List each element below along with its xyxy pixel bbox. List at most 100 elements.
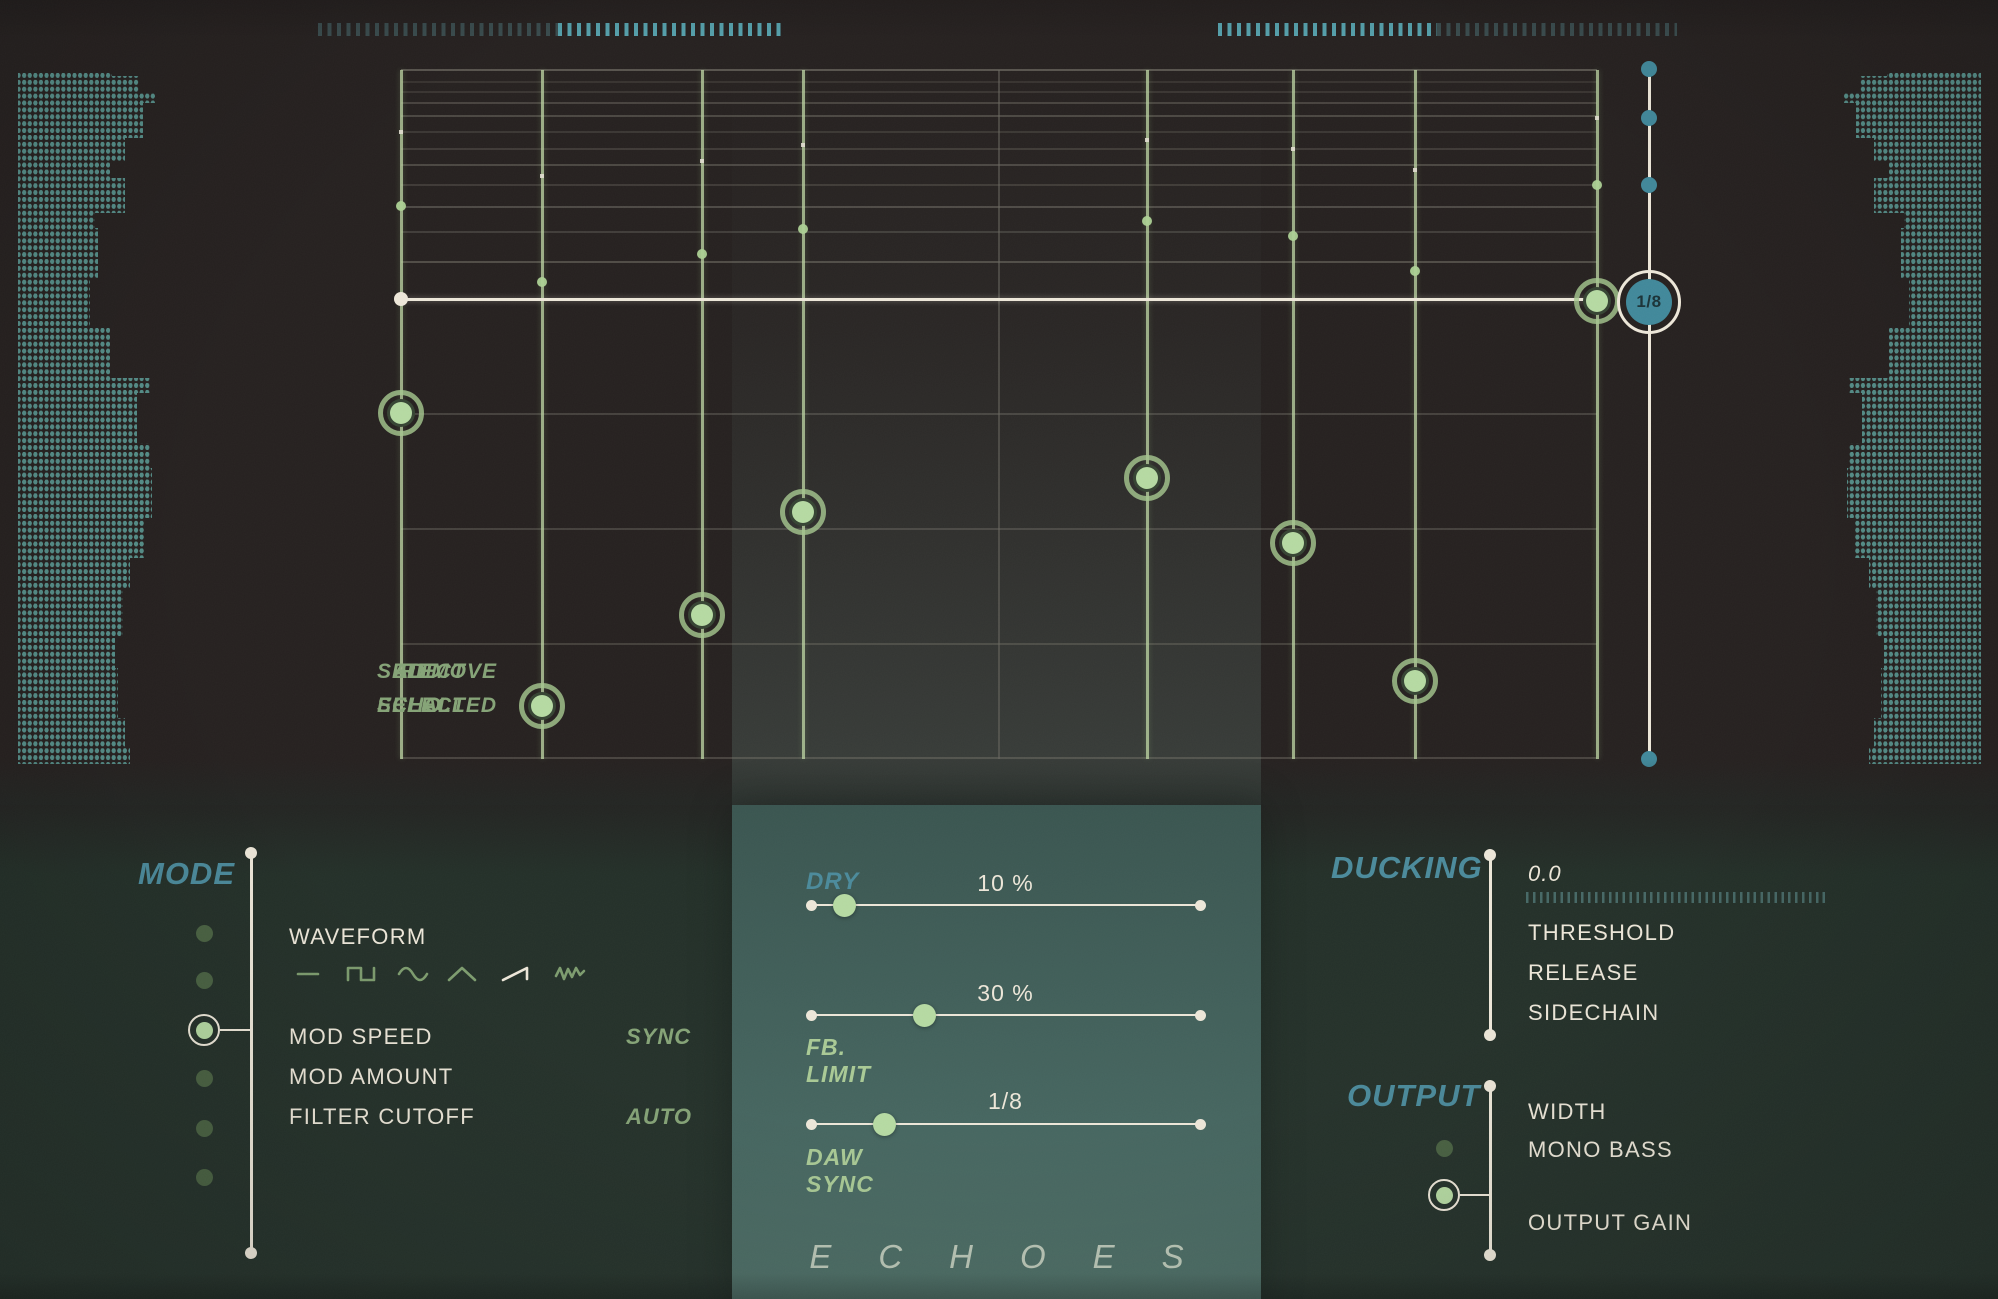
slider-2-right-end-dot	[1195, 1010, 1206, 1021]
level-line-end-dot	[394, 292, 408, 306]
mode-track-top-dot	[245, 847, 257, 859]
echo-5-mod-dot	[1142, 216, 1152, 226]
sidechain-label: SIDECHAIN	[1528, 1000, 1660, 1026]
slider-3-right-end-dot	[1195, 1119, 1206, 1130]
echo-2-node[interactable]	[519, 683, 565, 729]
echo-1-tick-marker	[399, 130, 403, 134]
mode-selected-connector	[220, 1029, 251, 1032]
waveform-label: WAVEFORM	[289, 924, 427, 950]
echo-2-mod-dot	[537, 277, 547, 287]
top-tick-strip-left-bright	[558, 23, 786, 36]
slider-1-handle[interactable]	[833, 894, 856, 917]
ducking-track[interactable]	[1489, 855, 1492, 1035]
mode-track-bottom-dot	[245, 1247, 257, 1259]
top-tick-strip-right-dim	[1437, 23, 1677, 36]
slider-3-handle[interactable]	[873, 1113, 896, 1136]
ducking-meter-ticks	[1526, 892, 1829, 903]
echo-4-tick-marker	[801, 143, 805, 147]
echo-8-mod-dot	[1592, 180, 1602, 190]
echo-6-tick-marker	[1291, 147, 1295, 151]
slider-2-handle[interactable]	[913, 1004, 936, 1027]
param-tag-sync[interactable]: SYNC	[626, 1024, 691, 1050]
ducking-track-top-dot	[1484, 849, 1496, 861]
slider-1-right-end-dot	[1195, 900, 1206, 911]
echo-2-tick-marker	[540, 174, 544, 178]
echo-7-mod-dot	[1410, 266, 1420, 276]
slider-2-value[interactable]: 30 %	[811, 980, 1200, 1007]
echo-7-tick-marker	[1413, 168, 1417, 172]
mode-panel-title: MODE	[138, 856, 235, 892]
waveform-square-icon[interactable]	[344, 963, 378, 985]
mode-item-dot-pan[interactable]	[196, 1120, 213, 1137]
waveform-flat-icon[interactable]	[291, 963, 325, 985]
echo-5-line	[1146, 70, 1149, 759]
echo-8-line	[1596, 70, 1599, 759]
echo-5-node[interactable]	[1124, 455, 1170, 501]
slider-3-value[interactable]: 1/8	[811, 1088, 1200, 1115]
plugin-logo: ECHOES	[732, 1238, 1261, 1276]
ducking-row-label: THRESHOLD	[1528, 920, 1675, 946]
output-row-label: MONO BASS	[1528, 1137, 1673, 1163]
echo-8-tick-marker	[1595, 116, 1599, 120]
action-remove-selected[interactable]: REMOVE SELECTED	[377, 655, 497, 723]
output-panel-title: OUTPUT	[1347, 1078, 1480, 1114]
output-selected-ring	[1428, 1179, 1460, 1211]
ducking-track-bottom-dot	[1484, 1029, 1496, 1041]
slider-3-left-end-dot	[806, 1119, 817, 1130]
echo-4-mod-dot	[798, 224, 808, 234]
mode-selector-track[interactable]	[250, 853, 253, 1253]
ducking-panel-title: DUCKING	[1331, 850, 1483, 886]
slider-1-left-end-dot	[806, 900, 817, 911]
echo-6-node[interactable]	[1270, 520, 1316, 566]
echo-5-tick-marker	[1145, 138, 1149, 142]
echo-6-mod-dot	[1288, 231, 1298, 241]
waveform-triangle-icon[interactable]	[445, 963, 479, 985]
time-ruler-dot-2[interactable]	[1641, 110, 1657, 126]
waveform-random-icon[interactable]	[553, 963, 587, 985]
output-row-label: OUTPUT GAIN	[1528, 1210, 1692, 1236]
param-label: FILTER CUTOFF	[289, 1104, 475, 1130]
halftone-silhouette-left	[16, 72, 166, 764]
output-toggle-dot-filters[interactable]	[1436, 1140, 1453, 1157]
center-column-overlay	[732, 70, 1261, 805]
param-label: MOD AMOUNT	[289, 1064, 454, 1090]
output-track-bottom-dot	[1484, 1249, 1496, 1261]
mode-item-dot-lo-fi[interactable]	[196, 1169, 213, 1186]
top-tick-strip-right-bright	[1218, 23, 1437, 36]
echo-1-node[interactable]	[378, 390, 424, 436]
mode-item-dot-tape[interactable]	[196, 1070, 213, 1087]
echo-4-line	[802, 70, 805, 759]
slider-2-left-end-dot	[806, 1010, 817, 1021]
param-label: MOD SPEED	[289, 1024, 433, 1050]
echo-4-node[interactable]	[780, 489, 826, 535]
slider-1-track[interactable]	[811, 904, 1200, 907]
slider-2-track[interactable]	[811, 1014, 1200, 1017]
echo-3-node[interactable]	[679, 592, 725, 638]
time-ruler-line[interactable]	[1648, 69, 1651, 759]
param-tag-auto[interactable]: AUTO	[626, 1104, 692, 1130]
halftone-silhouette-right	[1833, 72, 1983, 764]
mode-selected-ring	[188, 1014, 220, 1046]
mode-item-dot-reverb[interactable]	[196, 972, 213, 989]
ducking-row-label: RELEASE	[1528, 960, 1639, 986]
slider-3-sub-label[interactable]: DAW SYNC	[806, 1144, 874, 1198]
level-line[interactable]	[401, 298, 1597, 301]
slider-3-track[interactable]	[811, 1123, 1200, 1126]
output-track-top-dot	[1484, 1080, 1496, 1092]
grid-bar-divider-line	[998, 70, 1000, 759]
echo-6-line	[1292, 70, 1295, 759]
waveform-sine-icon[interactable]	[396, 963, 430, 985]
slider-1-value[interactable]: 10 %	[811, 870, 1200, 897]
output-row-label: WIDTH	[1528, 1099, 1607, 1125]
time-ruler-dot-1[interactable]	[1641, 61, 1657, 77]
echo-8-node-selected[interactable]	[1574, 278, 1620, 324]
mode-item-dot-filter[interactable]	[196, 925, 213, 942]
division-badge[interactable]: 1/8	[1626, 279, 1672, 325]
ducking-meter-value[interactable]: 0.0	[1528, 861, 1562, 887]
time-ruler-dot-3[interactable]	[1641, 177, 1657, 193]
output-track[interactable]	[1489, 1086, 1492, 1255]
echo-7-node[interactable]	[1392, 658, 1438, 704]
slider-2-sub-label[interactable]: FB. LIMIT	[806, 1034, 871, 1088]
top-tick-strip-left-dim	[318, 23, 558, 36]
waveform-saw-icon[interactable]	[499, 963, 533, 985]
